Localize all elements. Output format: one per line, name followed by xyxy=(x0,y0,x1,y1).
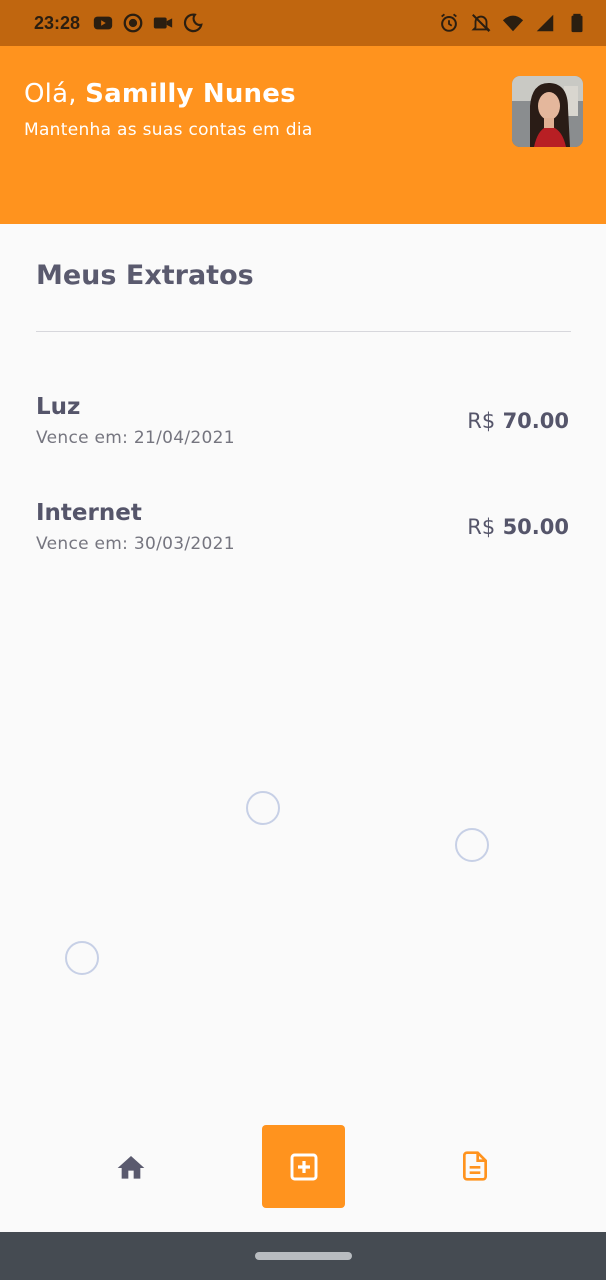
bill-title: Internet xyxy=(36,500,142,526)
wifi-icon xyxy=(502,12,524,34)
header: Olá, Samilly Nunes Mantenha as suas cont… xyxy=(0,46,606,224)
nav-documents-button[interactable] xyxy=(457,1148,493,1184)
alarm-icon xyxy=(438,12,460,34)
document-icon xyxy=(463,1151,487,1181)
nav-home-button[interactable] xyxy=(113,1150,149,1186)
greeting: Olá, Samilly Nunes xyxy=(24,79,296,109)
gesture-home-handle[interactable] xyxy=(255,1252,352,1260)
bill-value: 50.00 xyxy=(502,515,569,539)
notifications-off-icon xyxy=(470,12,492,34)
touch-indicator-circle xyxy=(246,791,280,825)
bill-amount: R$ 70.00 xyxy=(467,409,569,433)
bill-amount: R$ 50.00 xyxy=(467,515,569,539)
list-item[interactable]: Luz Vence em: 21/04/2021 R$ 70.00 xyxy=(36,394,571,464)
bill-due-date: Vence em: 21/04/2021 xyxy=(36,428,235,448)
avatar[interactable] xyxy=(512,76,583,147)
video-camera-icon xyxy=(152,12,174,34)
bill-due-date: Vence em: 30/03/2021 xyxy=(36,534,235,554)
battery-icon xyxy=(566,12,588,34)
user-name: Samilly Nunes xyxy=(85,79,296,109)
signal-icon xyxy=(534,12,556,34)
greeting-prefix: Olá, xyxy=(24,79,86,109)
screen-record-icon xyxy=(122,12,144,34)
add-bill-button[interactable] xyxy=(262,1125,345,1208)
status-right-icons xyxy=(438,12,588,34)
page-title: Meus Extratos xyxy=(36,260,254,291)
status-time: 23:28 xyxy=(34,12,81,33)
system-nav-bar xyxy=(0,1232,606,1280)
bill-currency: R$ xyxy=(467,409,496,433)
home-icon xyxy=(117,1156,145,1179)
night-mode-icon xyxy=(182,12,204,34)
header-subtitle: Mantenha as suas contas em dia xyxy=(24,120,313,140)
bottom-nav xyxy=(0,1110,606,1232)
bill-value: 70.00 xyxy=(502,409,569,433)
add-box-icon xyxy=(290,1153,317,1180)
touch-indicator-circle xyxy=(455,828,489,862)
youtube-icon xyxy=(92,12,114,34)
list-item[interactable]: Internet Vence em: 30/03/2021 R$ 50.00 xyxy=(36,500,571,570)
divider xyxy=(36,331,571,332)
bill-title: Luz xyxy=(36,394,81,420)
touch-indicator-circle xyxy=(65,941,99,975)
status-bar: 23:28 xyxy=(0,0,606,46)
bill-currency: R$ xyxy=(467,515,496,539)
status-left-icons xyxy=(92,12,204,34)
